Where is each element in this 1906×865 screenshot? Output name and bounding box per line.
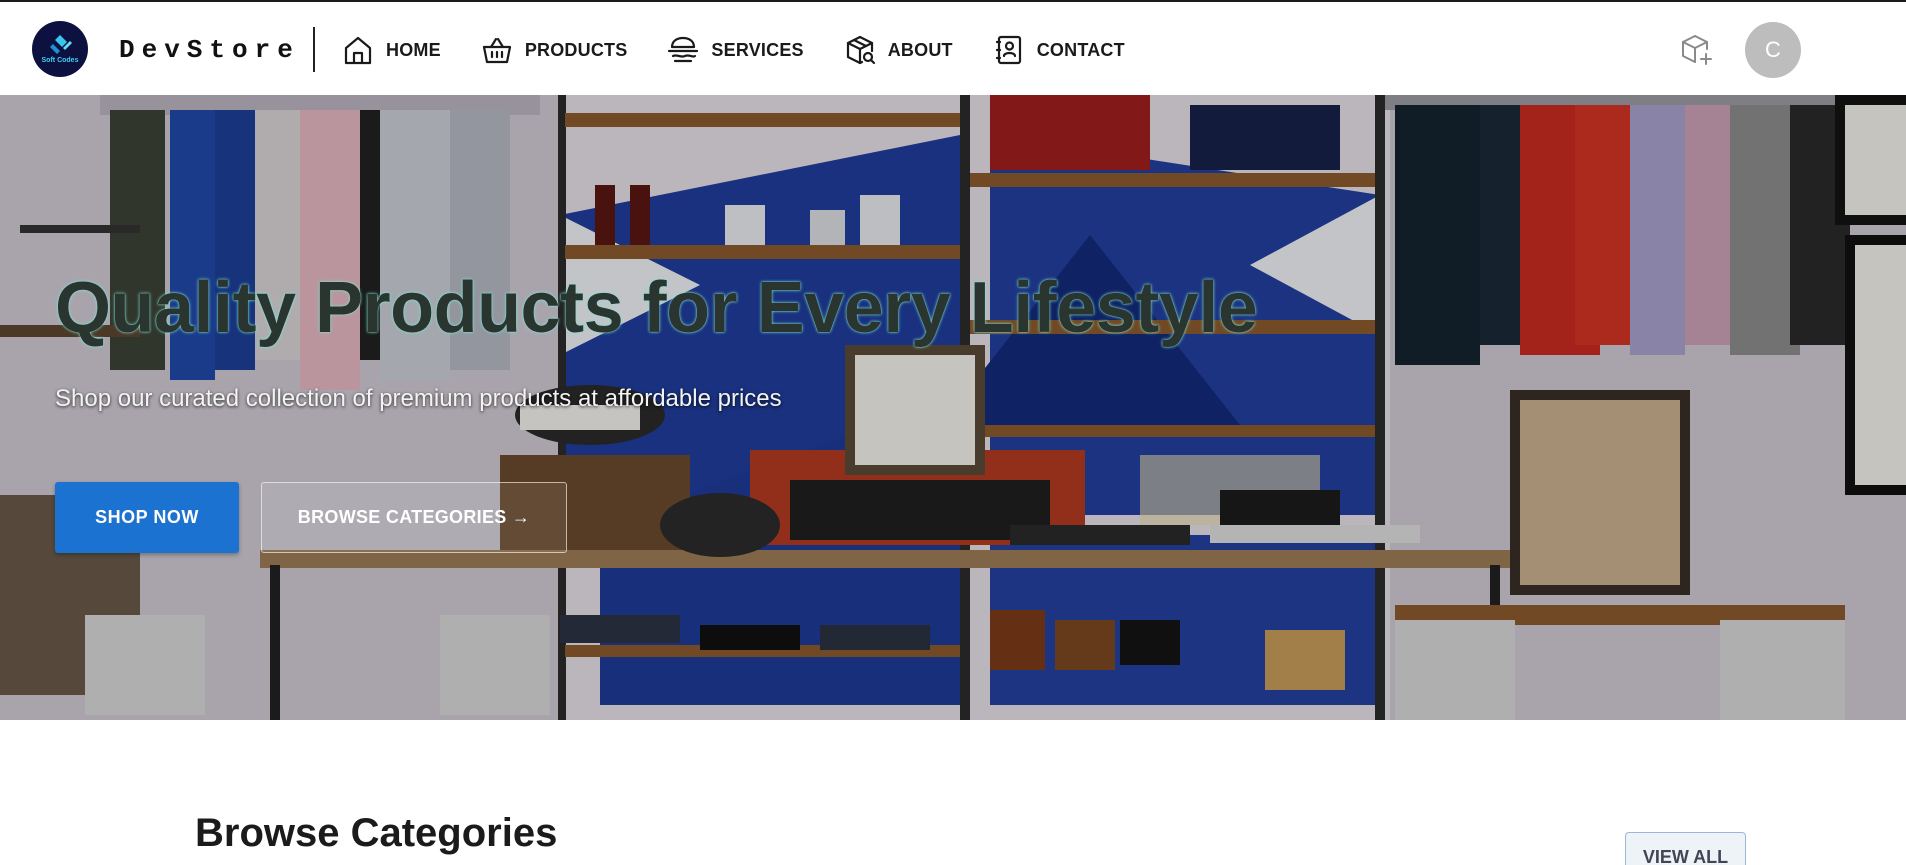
hero-subtitle: Shop our curated collection of premium p… [55,385,782,412]
view-all-button[interactable]: VIEW ALL [1625,832,1746,865]
hero-banner: Quality Products for Every Lifestyle Sho… [0,95,1906,720]
browse-categories-button[interactable]: BROWSE CATEGORIES → [261,482,567,553]
navbar: Soft Codes DevStore HOME PRODUCTS SERVIC… [0,2,1906,95]
logo[interactable]: Soft Codes [32,21,88,77]
hero-title: Quality Products for Every Lifestyle [55,268,1258,348]
nav-item-home[interactable]: HOME [342,32,441,68]
nav-divider [313,27,315,72]
main-nav: HOME PRODUCTS SERVICES ABOUT CONTACT [342,32,1165,68]
browse-categories-heading: Browse Categories [195,811,558,855]
box-plus-button[interactable] [1680,33,1714,67]
nav-item-products[interactable]: PRODUCTS [481,32,628,68]
nav-item-about[interactable]: ABOUT [844,32,953,68]
contact-card-icon [995,35,1021,65]
box-plus-icon [1682,35,1712,65]
logo-icon [50,35,72,54]
brand-name[interactable]: DevStore [119,35,300,65]
nav-item-contact[interactable]: CONTACT [993,32,1125,68]
nav-label-about: ABOUT [887,39,953,60]
nav-label-services: SERVICES [711,39,804,60]
package-search-icon [846,35,875,65]
nav-label-products: PRODUCTS [524,39,628,60]
basket-icon [482,37,511,64]
nav-item-services[interactable]: SERVICES [667,32,804,68]
home-icon [344,36,372,65]
nav-label-contact: CONTACT [1036,39,1125,60]
service-icon [668,36,699,63]
avatar[interactable]: C [1745,22,1801,78]
shop-now-button[interactable]: SHOP NOW [55,482,239,553]
nav-label-home: HOME [386,39,441,60]
logo-text: Soft Codes [41,57,79,64]
